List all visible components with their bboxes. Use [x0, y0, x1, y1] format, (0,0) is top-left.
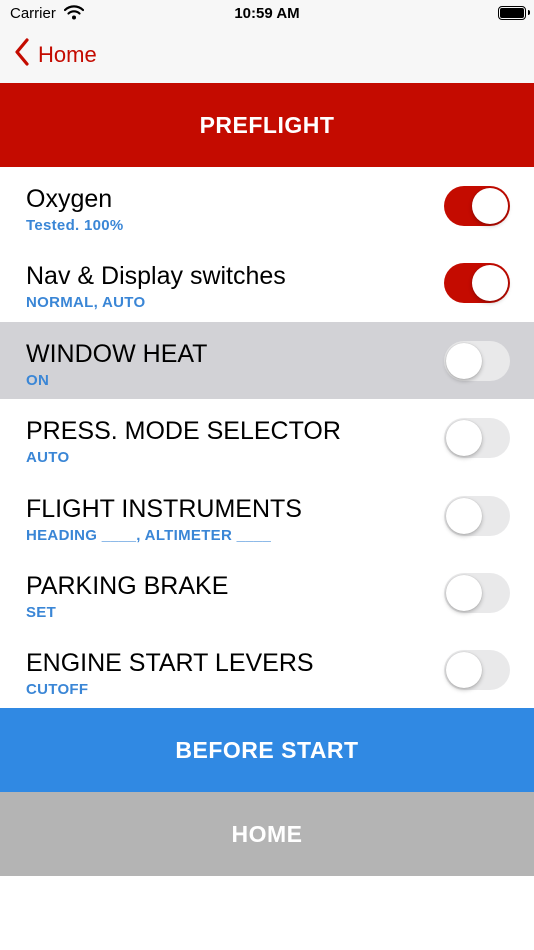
checklist-row-press-mode-selector[interactable]: PRESS. MODE SELECTOR AUTO [0, 399, 534, 477]
row-subtitle: ON [26, 371, 50, 389]
checklist-row-window-heat[interactable]: WINDOW HEAT ON [0, 321, 534, 400]
row-subtitle: CUTOFF [26, 681, 89, 699]
row-subtitle: HEADING ____, ALTIMETER ____ [26, 526, 272, 544]
toggle-knob [446, 497, 482, 534]
checklist-row-flight-instruments[interactable]: FLIGHT INSTRUMENTS HEADING ____, ALTIMET… [0, 476, 534, 554]
row-title: ENGINE START LEVERS [26, 649, 314, 678]
toggle-knob [446, 342, 482, 379]
row-title: FLIGHT INSTRUMENTS [26, 494, 302, 523]
chevron-left-icon [14, 38, 30, 72]
toggle-knob [446, 652, 482, 689]
toggle-knob [472, 265, 508, 302]
toggle-switch[interactable] [444, 340, 510, 381]
toggle-knob [472, 188, 508, 224]
toggle-knob [446, 574, 482, 611]
checklist: Oxygen Tested. 100% Nav & Display switch… [0, 167, 534, 709]
checklist-row-oxygen[interactable]: Oxygen Tested. 100% [0, 167, 534, 245]
section-header: PREFLIGHT [0, 83, 534, 167]
row-title: Nav & Display switches [26, 262, 286, 291]
toggle-switch[interactable] [444, 572, 510, 613]
section-title: PREFLIGHT [199, 111, 335, 138]
home-button-label: HOME [231, 820, 303, 847]
toggle-switch[interactable] [444, 263, 510, 304]
row-subtitle: AUTO [26, 449, 70, 467]
navigation-bar: Home [0, 28, 534, 83]
checklist-row-parking-brake[interactable]: PARKING BRAKE SET [0, 553, 534, 632]
toggle-switch[interactable] [444, 418, 510, 459]
row-title: PARKING BRAKE [26, 571, 229, 600]
row-subtitle: Tested. 100% [26, 217, 124, 234]
toggle-knob [446, 420, 482, 457]
before-start-button[interactable]: BEFORE START [0, 708, 534, 792]
row-title: PRESS. MODE SELECTOR [26, 417, 341, 446]
before-start-label: BEFORE START [175, 736, 359, 763]
row-title: Oxygen [26, 185, 113, 213]
row-subtitle: SET [26, 603, 57, 621]
back-button-label: Home [38, 42, 97, 67]
row-title: WINDOW HEAT [26, 339, 208, 368]
status-time: 10:59 AM [234, 5, 300, 22]
row-subtitle: NORMAL, AUTO [26, 294, 146, 312]
battery-icon [498, 6, 530, 20]
toggle-switch[interactable] [444, 186, 510, 226]
checklist-row-nav-display-switches[interactable]: Nav & Display switches NORMAL, AUTO [0, 244, 534, 322]
toggle-switch[interactable] [444, 495, 510, 536]
checklist-row-engine-start-levers[interactable]: ENGINE START LEVERS CUTOFF [0, 631, 534, 709]
status-bar: Carrier 10:59 AM [0, 0, 534, 28]
back-button[interactable]: Home [14, 38, 97, 72]
home-button[interactable]: HOME [0, 792, 534, 876]
toggle-switch[interactable] [444, 650, 510, 691]
